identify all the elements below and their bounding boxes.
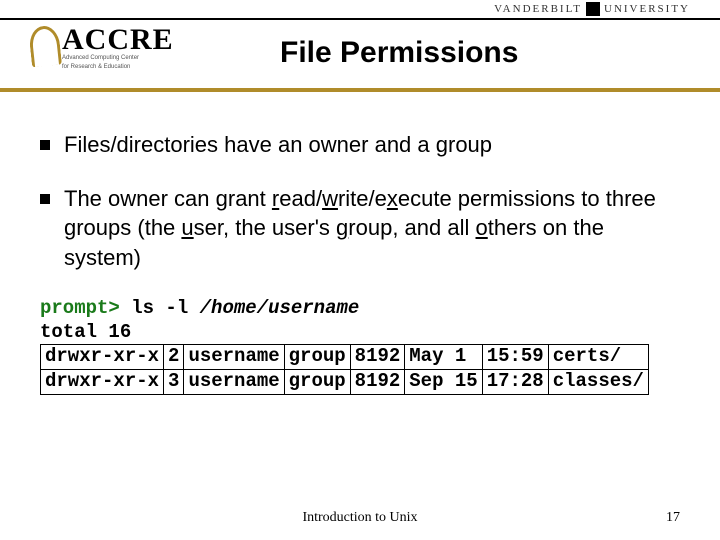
bullet-text: The owner can grant read/write/execute p… — [64, 184, 680, 273]
bullet-item: The owner can grant read/write/execute p… — [40, 184, 680, 273]
accre-logo: ACCRE Advanced Computing Center for Rese… — [30, 26, 174, 70]
uni-name-right: UNIVERSITY — [604, 3, 690, 15]
code-cmd: ls -l — [120, 297, 200, 319]
table-row: drwxr-xr-x3usernamegroup8192Sep 1517:28c… — [41, 370, 649, 395]
table-row: drwxr-xr-x2usernamegroup8192May 115:59ce… — [41, 345, 649, 370]
accre-sub1: Advanced Computing Center — [62, 55, 174, 62]
accre-main: ACCRE — [62, 26, 174, 53]
bullet-text: Files/directories have an owner and a gr… — [64, 130, 680, 160]
footer-page-number: 17 — [666, 510, 680, 526]
slide-body: Files/directories have an owner and a gr… — [0, 100, 720, 395]
footer-center: Introduction to Unix — [0, 510, 720, 526]
code-prompt: prompt> — [40, 297, 120, 319]
slide-footer: Introduction to Unix 17 — [0, 510, 720, 526]
code-block: prompt> ls -l /home/username total 16 dr… — [40, 297, 680, 395]
code-total: total 16 — [40, 321, 680, 345]
accre-sub2: for Research & Education — [62, 64, 174, 71]
header-rule-top — [0, 18, 720, 20]
uni-name-left: VANDERBILT — [494, 3, 582, 15]
bullet-icon — [40, 194, 50, 204]
bullet-icon — [40, 140, 50, 150]
bullet-item: Files/directories have an owner and a gr… — [40, 130, 680, 160]
ls-output-table: drwxr-xr-x2usernamegroup8192May 115:59ce… — [40, 344, 649, 395]
header-rule-bottom — [0, 88, 720, 92]
university-logo: VANDERBILT UNIVERSITY — [494, 2, 690, 16]
slide-title: File Permissions — [280, 36, 518, 70]
code-arg: /home/username — [200, 297, 360, 319]
uni-crest-icon — [586, 2, 600, 16]
accre-swirl-icon — [28, 25, 62, 68]
